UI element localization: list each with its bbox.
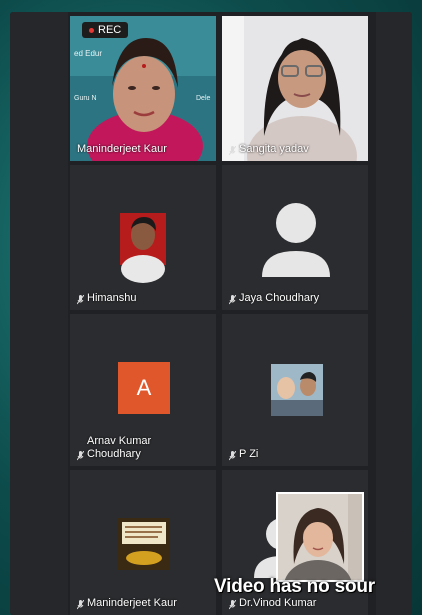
participant-name: Arnav Kumar Choudhary <box>77 435 151 461</box>
participant-tile-maninderjeet-kaur-2[interactable]: Maninderjeet Kaur <box>70 470 216 615</box>
bg-text-1: ed Edur <box>74 49 102 58</box>
participant-name-text: Dr.Vinod Kumar <box>239 597 317 609</box>
video-caption: Video has no sour <box>214 576 375 597</box>
participant-name: Sangita yadav <box>229 143 309 156</box>
participant-name-text: P Zi <box>239 448 259 460</box>
participant-tile-arnav-kumar-choudhary[interactable]: A Arnav Kumar Choudhary <box>70 314 216 466</box>
participant-tile-sangita-yadav[interactable]: Sangita yadav <box>222 16 368 161</box>
participant-name-line1: Arnav Kumar <box>87 435 152 447</box>
default-avatar-icon <box>262 203 330 277</box>
participant-photo <box>118 518 170 570</box>
mic-muted-icon <box>229 295 236 305</box>
participant-video <box>222 16 368 161</box>
self-view-pip[interactable] <box>276 492 364 582</box>
mic-muted-icon <box>77 600 84 610</box>
participant-tile-p-zi[interactable]: P Zi <box>222 314 368 466</box>
mic-muted-icon <box>229 600 236 610</box>
participant-name: Dr.Vinod Kumar <box>229 597 316 610</box>
participant-name-text: Jaya Choudhary <box>239 292 320 304</box>
participant-tile-maninderjeet-kaur[interactable]: ed Edur Guru N Dele REC Maninderjeet Kau… <box>70 16 216 161</box>
participant-name-text: Maninderjeet Kaur <box>77 143 167 155</box>
participant-name: Himanshu <box>77 292 137 305</box>
participant-name-text: Himanshu <box>87 292 137 304</box>
participant-name-text: Sangita yadav <box>239 143 309 155</box>
self-view-video <box>278 494 362 580</box>
left-margin <box>10 12 68 615</box>
participant-photo <box>120 213 166 283</box>
participant-name: P Zi <box>229 448 258 461</box>
right-margin <box>376 12 412 615</box>
participant-name: Maninderjeet Kaur <box>77 143 167 156</box>
initial-avatar: A <box>118 362 170 414</box>
participant-name: Maninderjeet Kaur <box>77 597 177 610</box>
mic-muted-icon <box>229 451 236 461</box>
participant-name: Jaya Choudhary <box>229 292 319 305</box>
participant-tile-jaya-choudhary[interactable]: Jaya Choudhary <box>222 165 368 310</box>
recording-badge: REC <box>82 22 129 38</box>
mic-muted-icon <box>77 451 84 461</box>
participant-name-line2: Choudhary <box>87 448 141 460</box>
bg-text-3: Dele <box>196 95 211 102</box>
record-dot-icon <box>89 27 94 33</box>
mic-muted-icon <box>229 146 236 156</box>
recording-label: REC <box>98 24 122 36</box>
avatar-initial: A <box>136 375 152 400</box>
participant-photo <box>271 364 323 416</box>
mic-muted-icon <box>77 295 84 305</box>
bg-text-2: Guru N <box>74 95 97 102</box>
participant-name-text: Maninderjeet Kaur <box>87 597 177 609</box>
participant-tile-himanshu[interactable]: Himanshu <box>70 165 216 310</box>
